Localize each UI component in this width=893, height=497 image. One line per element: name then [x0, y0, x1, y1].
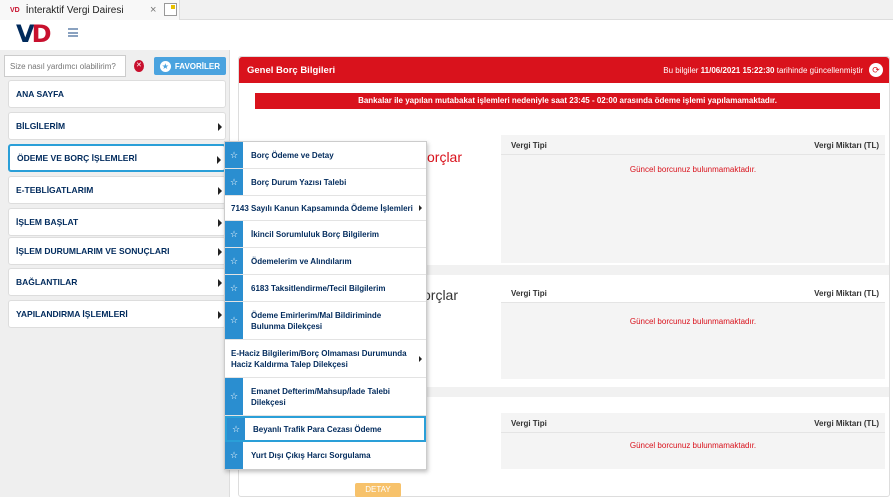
submenu-item-label: 6183 Taksitlendirme/Tecil Bilgilerim	[251, 283, 386, 293]
search-input[interactable]	[4, 55, 126, 77]
no-debt-message: Güncel borcunuz bulunmamaktadır.	[629, 441, 757, 450]
sidebar-item-islem-durumlarim[interactable]: İŞLEM DURUMLARIM VE SONUÇLARI	[8, 237, 226, 265]
sidebar: ✕ ★ FAVORİLER ANA SAYFA BİLGİLERİM ÖDEME…	[0, 50, 230, 497]
submenu-item-yurt-disi[interactable]: ☆ Yurt Dışı Çıkış Harcı Sorgulama	[225, 442, 426, 469]
submenu-item-label: Beyanlı Trafik Para Cezası Ödeme	[253, 424, 382, 434]
sidebar-item-label: BAĞLANTILAR	[16, 277, 78, 287]
submenu-item-ikincil[interactable]: ☆ İkincil Sorumluluk Borç Bilgilerim	[225, 221, 426, 248]
section-title-2: orçlar	[423, 287, 459, 303]
search-clear-icon[interactable]: ✕	[134, 60, 144, 72]
sidebar-item-label: YAPILANDIRMA İŞLEMLERİ	[16, 309, 128, 319]
sidebar-item-label: E-TEBLİGATLARIM	[16, 185, 94, 195]
refresh-icon[interactable]: ⟳	[869, 63, 883, 77]
chevron-right-icon	[218, 219, 222, 227]
star-icon[interactable]: ☆	[225, 248, 243, 274]
submenu-item-borc-odeme[interactable]: ☆ Borç Ödeme ve Detay	[225, 142, 426, 169]
search-row: ✕ ★ FAVORİLER	[4, 54, 226, 78]
submenu-item-odeme-emirlerim[interactable]: ☆ Ödeme Emirlerim/Mal Bildiriminde Bulun…	[225, 302, 426, 340]
sidebar-item-baglantilar[interactable]: BAĞLANTILAR	[8, 268, 226, 296]
sidebar-item-label: İŞLEM BAŞLAT	[16, 217, 79, 227]
submenu-item-trafik-cezasi[interactable]: ☆ Beyanlı Trafik Para Cezası Ödeme	[225, 416, 426, 442]
main-header: Genel Borç Bilgileri Bu bilgiler 11/06/2…	[239, 57, 889, 83]
payment-submenu: ☆ Borç Ödeme ve Detay ☆ Borç Durum Yazıs…	[224, 141, 427, 470]
chevron-right-icon	[218, 311, 222, 319]
submenu-item-label: Borç Durum Yazısı Talebi	[251, 177, 347, 187]
page-title: Genel Borç Bilgileri	[247, 64, 336, 76]
star-icon[interactable]: ☆	[225, 442, 243, 469]
star-icon[interactable]: ☆	[225, 275, 243, 301]
star-icon[interactable]: ☆	[225, 378, 243, 415]
vd-logo[interactable]: VD	[16, 22, 51, 46]
sidebar-item-yapilandirma[interactable]: YAPILANDIRMA İŞLEMLERİ	[8, 300, 226, 328]
sidebar-item-label: İŞLEM DURUMLARIM VE SONUÇLARI	[16, 246, 170, 256]
update-suffix: tarihinde güncellenmiştir	[774, 66, 863, 75]
favorites-label: FAVORİLER	[174, 61, 220, 71]
submenu-item-emanet[interactable]: ☆ Emanet Defterim/Mahsup/İade Talebi Dil…	[225, 378, 426, 416]
col-vergi-miktari: Vergi Miktarı (TL)	[814, 141, 879, 150]
sidebar-item-e-tebligatlarim[interactable]: E-TEBLİGATLARIM	[8, 176, 226, 204]
submenu-item-label: Yurt Dışı Çıkış Harcı Sorgulama	[251, 451, 371, 460]
star-icon: ★	[159, 60, 171, 72]
submenu-item-label: 7143 Sayılı Kanun Kapsamında Ödeme İşlem…	[231, 203, 413, 213]
hamburger-icon[interactable]	[68, 28, 78, 37]
submenu-item-label: Emanet Defterim/Mahsup/İade Talebi Dilek…	[251, 386, 390, 407]
star-icon[interactable]: ☆	[225, 169, 243, 195]
submenu-item-7143[interactable]: 7143 Sayılı Kanun Kapsamında Ödeme İşlem…	[225, 196, 426, 221]
table-header: Vergi Tipi Vergi Miktarı (TL)	[501, 413, 885, 433]
favorites-button[interactable]: ★ FAVORİLER	[153, 57, 226, 75]
section-title-1: orçlar	[427, 149, 463, 165]
submenu-item-label: İkincil Sorumluluk Borç Bilgilerim	[251, 229, 380, 239]
chevron-right-icon	[419, 355, 422, 362]
tax-table-3: Vergi Tipi Vergi Miktarı (TL) Güncel bor…	[501, 413, 885, 469]
star-icon[interactable]: ☆	[225, 142, 243, 168]
table-header: Vergi Tipi Vergi Miktarı (TL)	[501, 283, 885, 303]
col-vergi-tipi: Vergi Tipi	[511, 289, 547, 298]
star-icon[interactable]: ☆	[225, 221, 243, 247]
sidebar-item-bilgilerim[interactable]: BİLGİLERİM	[8, 112, 226, 140]
tab-close-icon[interactable]: ×	[150, 4, 156, 16]
chevron-right-icon	[419, 205, 422, 211]
new-tab-icon[interactable]	[164, 3, 177, 16]
detay-button[interactable]: DETAY	[355, 483, 401, 497]
submenu-item-borc-durum[interactable]: ☆ Borç Durum Yazısı Talebi	[225, 169, 426, 196]
maintenance-banner: Bankalar ile yapılan mutabakat işlemleri…	[255, 93, 880, 109]
sidebar-item-label: BİLGİLERİM	[16, 121, 66, 131]
no-debt-message: Güncel borcunuz bulunmamaktadır.	[629, 317, 757, 326]
chevron-right-icon	[218, 248, 222, 256]
favicon-icon: VD	[10, 6, 20, 14]
browser-tab-bar: VD İnteraktif Vergi Dairesi ×	[0, 0, 893, 20]
col-vergi-tipi: Vergi Tipi	[511, 141, 547, 150]
chevron-right-icon	[218, 187, 222, 195]
submenu-item-label: Borç Ödeme ve Detay	[251, 150, 334, 160]
col-vergi-miktari: Vergi Miktarı (TL)	[814, 419, 879, 428]
col-vergi-tipi: Vergi Tipi	[511, 419, 547, 428]
chevron-right-icon	[217, 156, 221, 164]
sidebar-item-ana-sayfa[interactable]: ANA SAYFA	[8, 80, 226, 108]
submenu-item-e-haciz[interactable]: E-Haciz Bilgilerim/Borç Olmaması Durumun…	[225, 340, 426, 378]
update-prefix: Bu bilgiler	[663, 66, 701, 75]
submenu-item-label: E-Haciz Bilgilerim/Borç Olmaması Durumun…	[231, 348, 407, 369]
sidebar-item-odeme-borc[interactable]: ÖDEME VE BORÇ İŞLEMLERİ	[8, 144, 226, 172]
submenu-item-label: Ödeme Emirlerim/Mal Bildiriminde Bulunma…	[251, 310, 382, 331]
update-datetime: 11/06/2021 15:22:30	[700, 66, 775, 75]
chevron-right-icon	[218, 123, 222, 131]
tab-title: İnteraktif Vergi Dairesi	[25, 4, 124, 16]
browser-tab[interactable]: VD İnteraktif Vergi Dairesi ×	[0, 0, 180, 20]
star-icon[interactable]: ☆	[225, 302, 243, 339]
sidebar-item-label: ÖDEME VE BORÇ İŞLEMLERİ	[17, 153, 137, 163]
tax-table-1: Vergi Tipi Vergi Miktarı (TL) Güncel bor…	[501, 135, 885, 263]
star-icon[interactable]: ☆	[227, 418, 245, 440]
table-header: Vergi Tipi Vergi Miktarı (TL)	[501, 135, 885, 155]
no-debt-message: Güncel borcunuz bulunmamaktadır.	[629, 165, 757, 174]
chevron-right-icon	[218, 279, 222, 287]
submenu-item-odemelerim[interactable]: ☆ Ödemelerim ve Alındılarım	[225, 248, 426, 275]
col-vergi-miktari: Vergi Miktarı (TL)	[814, 289, 879, 298]
tax-table-2: Vergi Tipi Vergi Miktarı (TL) Güncel bor…	[501, 283, 885, 379]
update-info: Bu bilgiler 11/06/2021 15:22:30 tarihind…	[663, 66, 863, 75]
sidebar-item-label: ANA SAYFA	[16, 89, 65, 99]
submenu-item-label: Ödemelerim ve Alındılarım	[251, 256, 352, 266]
submenu-item-6183[interactable]: ☆ 6183 Taksitlendirme/Tecil Bilgilerim	[225, 275, 426, 302]
sidebar-item-islem-baslat[interactable]: İŞLEM BAŞLAT	[8, 208, 226, 236]
